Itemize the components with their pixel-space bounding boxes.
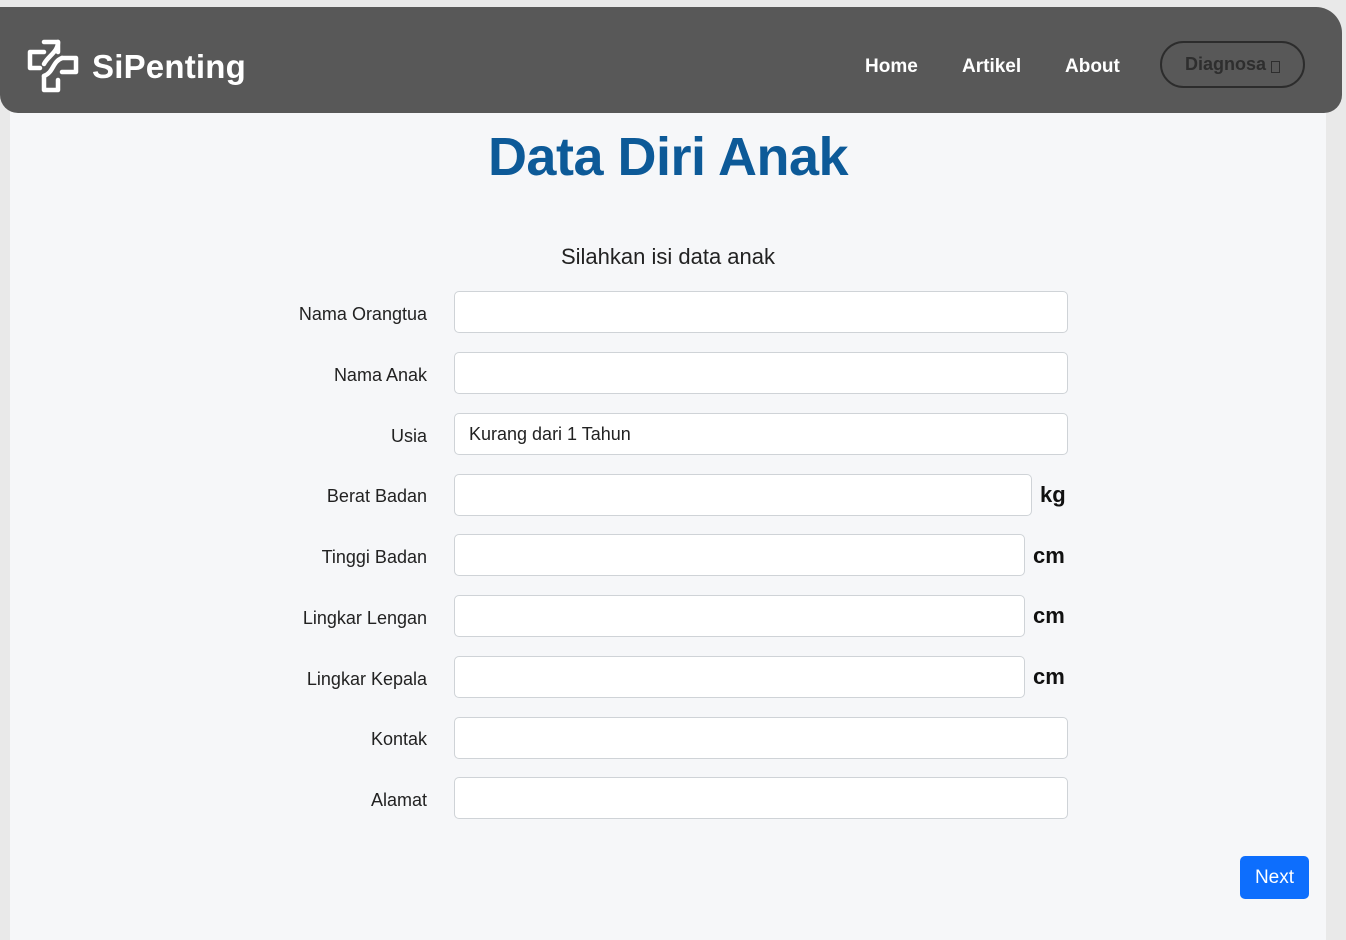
label-kontak: Kontak bbox=[370, 729, 427, 749]
unit-kg: kg bbox=[1040, 482, 1066, 507]
label-nama-anak: Nama Anak bbox=[333, 365, 427, 385]
brand[interactable]: SiPenting bbox=[26, 38, 246, 94]
input-nama-orangtua[interactable] bbox=[454, 291, 1068, 333]
unit-cm-tinggi: cm bbox=[1033, 543, 1065, 568]
nav-link-artikel[interactable]: Artikel bbox=[962, 56, 1021, 78]
nav-link-about[interactable]: About bbox=[1065, 56, 1120, 78]
brand-name: SiPenting bbox=[92, 47, 246, 85]
diagnosa-button-label: Diagnosa bbox=[1184, 54, 1267, 74]
page-subtitle: Silahkan isi data anak bbox=[560, 244, 776, 269]
medical-cross-logo-icon bbox=[26, 38, 80, 94]
input-lingkar-lengan[interactable] bbox=[454, 595, 1025, 637]
unit-cm-lengan: cm bbox=[1033, 603, 1065, 628]
diagnosa-button[interactable]: Diagnosa bbox=[1160, 41, 1305, 88]
input-kontak[interactable] bbox=[454, 717, 1068, 759]
input-lingkar-kepala[interactable] bbox=[454, 656, 1025, 698]
unit-cm-kepala: cm bbox=[1033, 664, 1065, 689]
input-tinggi-badan[interactable] bbox=[454, 534, 1025, 576]
input-nama-anak[interactable] bbox=[454, 352, 1068, 394]
navbar: SiPenting Home Artikel About Diagnosa bbox=[0, 7, 1342, 113]
nav-link-home[interactable]: Home bbox=[865, 56, 918, 78]
label-usia: Usia bbox=[390, 426, 427, 446]
label-tinggi-badan: Tinggi Badan bbox=[321, 547, 427, 567]
input-alamat[interactable] bbox=[454, 777, 1068, 819]
label-nama-orangtua: Nama Orangtua bbox=[298, 304, 427, 324]
page-title: Data Diri Anak bbox=[487, 127, 849, 187]
input-usia[interactable] bbox=[454, 413, 1068, 455]
label-alamat: Alamat bbox=[370, 790, 427, 810]
next-button[interactable]: Next bbox=[1240, 856, 1309, 899]
label-lingkar-kepala: Lingkar Kepala bbox=[306, 669, 427, 689]
missing-glyph-box-icon bbox=[1271, 60, 1281, 73]
input-berat-badan[interactable] bbox=[454, 474, 1032, 516]
label-berat-badan: Berat Badan bbox=[326, 486, 427, 506]
label-lingkar-lengan: Lingkar Lengan bbox=[302, 608, 427, 628]
